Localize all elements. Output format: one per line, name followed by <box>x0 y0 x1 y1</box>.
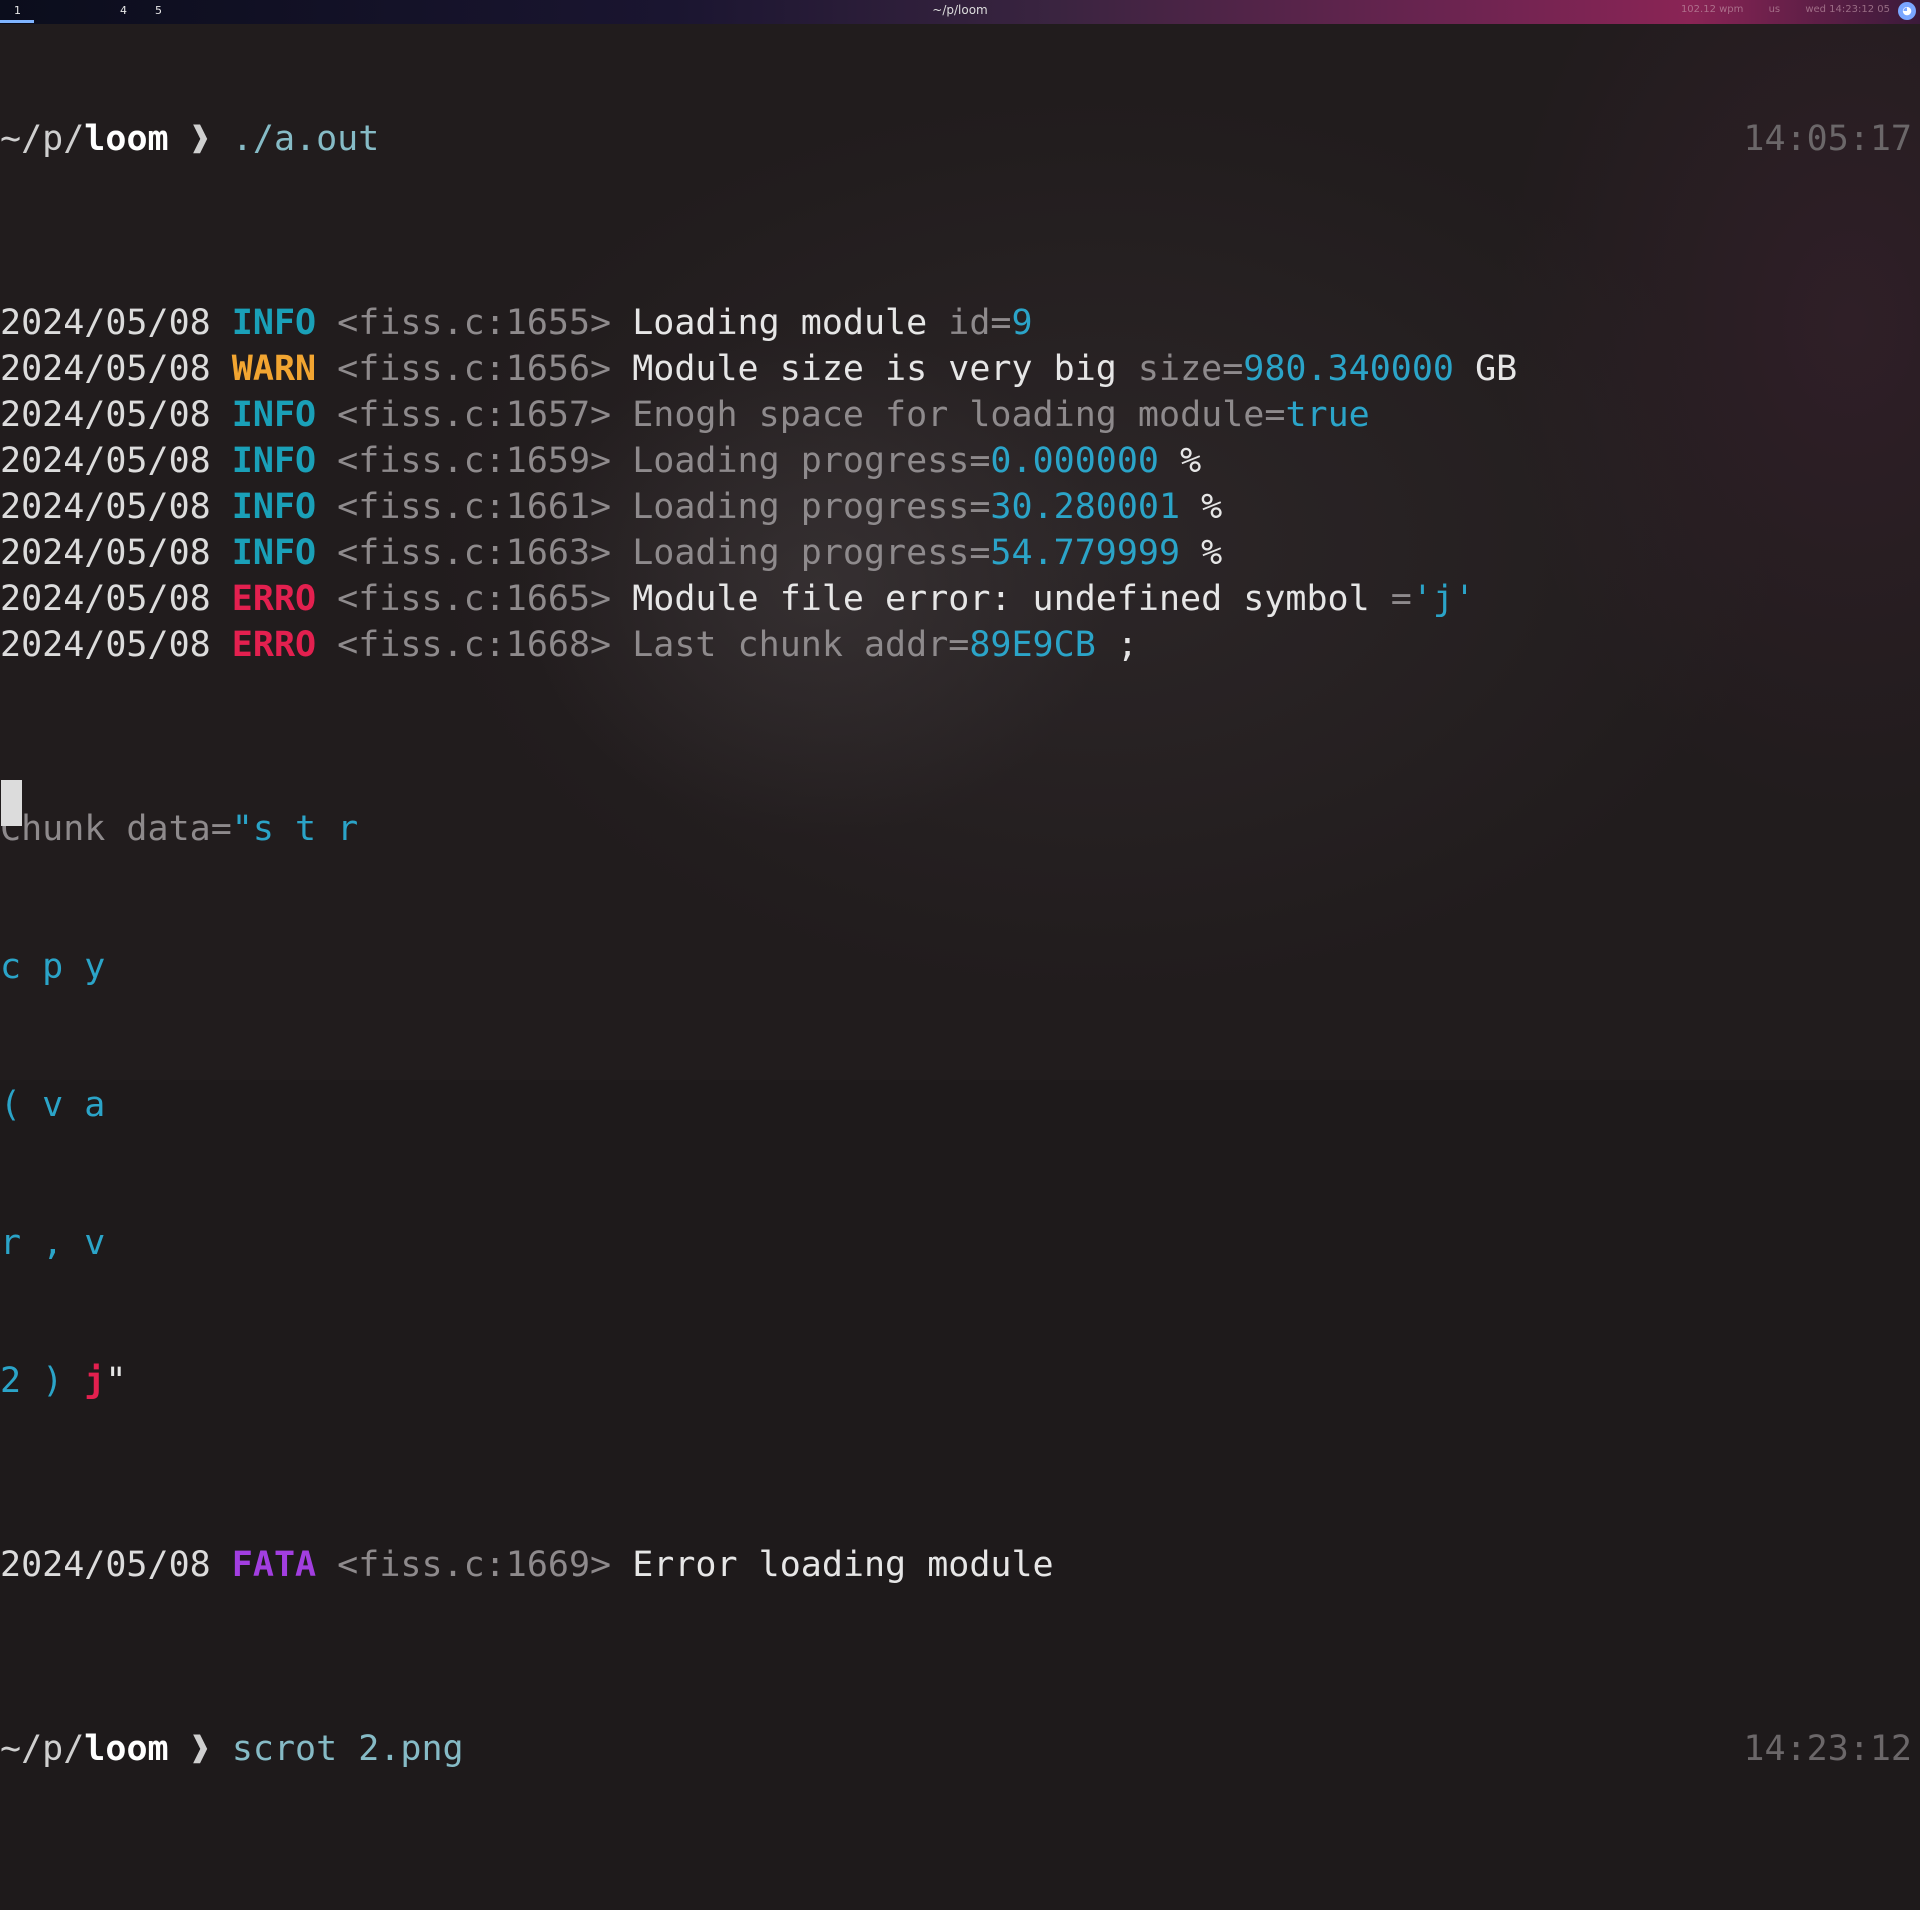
log-message-part: progress= <box>800 441 991 481</box>
log-message-part: 30.280001 <box>990 487 1181 527</box>
level-badge: INFO <box>231 441 317 481</box>
log-message-part: Loading <box>632 487 801 527</box>
log-message-part: 980.340000 <box>1243 349 1454 389</box>
log-line: 2024/05/08 WARN <fiss.c:1656> Module siz… <box>0 346 1920 392</box>
log-message-part: Loading module <box>632 303 949 343</box>
prompt-arrow: ❱ <box>189 1729 211 1769</box>
log-date: 2024/05/08 <box>0 441 211 481</box>
log-message-part: ; <box>1095 625 1138 665</box>
prompt-arrow: ❱ <box>189 119 211 159</box>
log-source: <fiss.c:1668> <box>337 625 612 665</box>
log-source: <fiss.c:1657> <box>337 395 612 435</box>
log-line: 2024/05/08 INFO <fiss.c:1659> Loading pr… <box>0 438 1920 484</box>
log-date: 2024/05/08 <box>0 349 211 389</box>
log-message-part: % <box>1180 487 1223 527</box>
log-message-part: 0.000000 <box>990 441 1159 481</box>
command-timestamp: 14:05:17 <box>1743 119 1912 159</box>
chunk-line: c p y <box>0 947 106 987</box>
terminal-window[interactable]: ~/p/loom ❱ ./a.out 14:05:17 2024/05/08 IN… <box>0 24 1920 1769</box>
discord-icon[interactable]: ◕ <box>1898 2 1916 20</box>
prompt-path: ~/p/loom <box>0 119 169 159</box>
level-badge: FATA <box>231 1545 317 1585</box>
chunk-line: r , v <box>0 1223 106 1263</box>
log-source: <fiss.c:1655> <box>337 303 612 343</box>
log-output: 2024/05/08 INFO <fiss.c:1655> Loading mo… <box>0 300 1920 668</box>
window-title: ~/p/loom <box>932 3 988 17</box>
text-cursor[interactable] <box>1 780 22 826</box>
log-message-part: 9 <box>1011 303 1033 343</box>
prompt-line: ~/p/loom ❱ ./a.out 14:05:17 <box>0 116 1920 162</box>
chunk-line: Chunk data="s t r <box>0 809 359 849</box>
log-line: 2024/05/08 INFO <fiss.c:1661> Loading pr… <box>0 484 1920 530</box>
log-message-part: % <box>1159 441 1202 481</box>
top-status-bar: 1 4 5 ~/p/loom 102.12 wpm us wed 14:23:1… <box>0 0 1920 24</box>
log-message-part: = <box>1390 579 1412 619</box>
level-badge: ERRO <box>231 625 317 665</box>
log-source: <fiss.c:1661> <box>337 487 612 527</box>
log-message-part: id= <box>948 303 1012 343</box>
level-badge: ERRO <box>231 579 317 619</box>
prompt-path: ~/p/loom <box>0 1729 169 1769</box>
chunk-line: ( v a <box>0 1085 106 1125</box>
log-source: <fiss.c:1656> <box>337 349 612 389</box>
log-message-part: progress= <box>800 487 991 527</box>
system-tray: 102.12 wpm us wed 14:23:12 05 <box>1659 4 1890 15</box>
log-line: 2024/05/08 INFO <fiss.c:1663> Loading pr… <box>0 530 1920 576</box>
log-date: 2024/05/08 <box>0 395 211 435</box>
log-message-part: 54.779999 <box>990 533 1181 573</box>
level-badge: WARN <box>231 349 317 389</box>
log-message-part: Enogh space for loading <box>632 395 1138 435</box>
active-workspace-indicator <box>0 20 34 23</box>
log-message-part: Module file error: undefined symbol <box>632 579 1391 619</box>
log-message-part: Loading <box>632 533 801 573</box>
log-message-part: addr= <box>863 625 970 665</box>
log-source: <fiss.c:1663> <box>337 533 612 573</box>
command-text: scrot 2.png <box>231 1729 464 1769</box>
command-text: ./a.out <box>231 119 380 159</box>
log-message-part: progress= <box>800 533 991 573</box>
log-source: <fiss.c:1665> <box>337 579 612 619</box>
log-line-fatal: 2024/05/08 FATA <fiss.c:1669> Error load… <box>0 1545 1054 1585</box>
log-message-part: size= <box>1137 349 1244 389</box>
level-badge: INFO <box>231 395 317 435</box>
log-message-part: true <box>1285 395 1370 435</box>
log-message-part: 89E9CB <box>969 625 1096 665</box>
wpm-indicator: 102.12 wpm <box>1680 4 1744 15</box>
log-line: 2024/05/08 ERRO <fiss.c:1665> Module fil… <box>0 576 1920 622</box>
command-timestamp: 14:23:12 <box>1743 1729 1912 1769</box>
log-message-part: Loading <box>632 441 801 481</box>
chunk-line: 2 ) j" <box>0 1361 127 1401</box>
log-date: 2024/05/08 <box>0 533 211 573</box>
clock: wed 14:23:12 05 <box>1805 4 1890 15</box>
prompt-line: ~/p/loom ❱ scrot 2.png 14:23:12 <box>0 1726 1920 1772</box>
log-date: 2024/05/08 <box>0 579 211 619</box>
log-line: 2024/05/08 INFO <fiss.c:1657> Enogh spac… <box>0 392 1920 438</box>
log-line: 2024/05/08 ERRO <fiss.c:1668> Last chunk… <box>0 622 1920 668</box>
log-source: <fiss.c:1659> <box>337 441 612 481</box>
log-date: 2024/05/08 <box>0 487 211 527</box>
log-message-part: GB <box>1454 349 1518 389</box>
log-date: 2024/05/08 <box>0 625 211 665</box>
log-message-part: Last chunk <box>632 625 864 665</box>
level-badge: INFO <box>231 303 317 343</box>
log-date: 2024/05/08 <box>0 303 211 343</box>
level-badge: INFO <box>231 487 317 527</box>
log-message-part: module= <box>1137 395 1286 435</box>
log-message-part: % <box>1180 533 1223 573</box>
log-message-part: Module size is very big <box>632 349 1138 389</box>
level-badge: INFO <box>231 533 317 573</box>
log-message-part: 'j' <box>1411 579 1476 619</box>
log-line: 2024/05/08 INFO <fiss.c:1655> Loading mo… <box>0 300 1920 346</box>
keyboard-layout[interactable]: us <box>1769 4 1781 15</box>
